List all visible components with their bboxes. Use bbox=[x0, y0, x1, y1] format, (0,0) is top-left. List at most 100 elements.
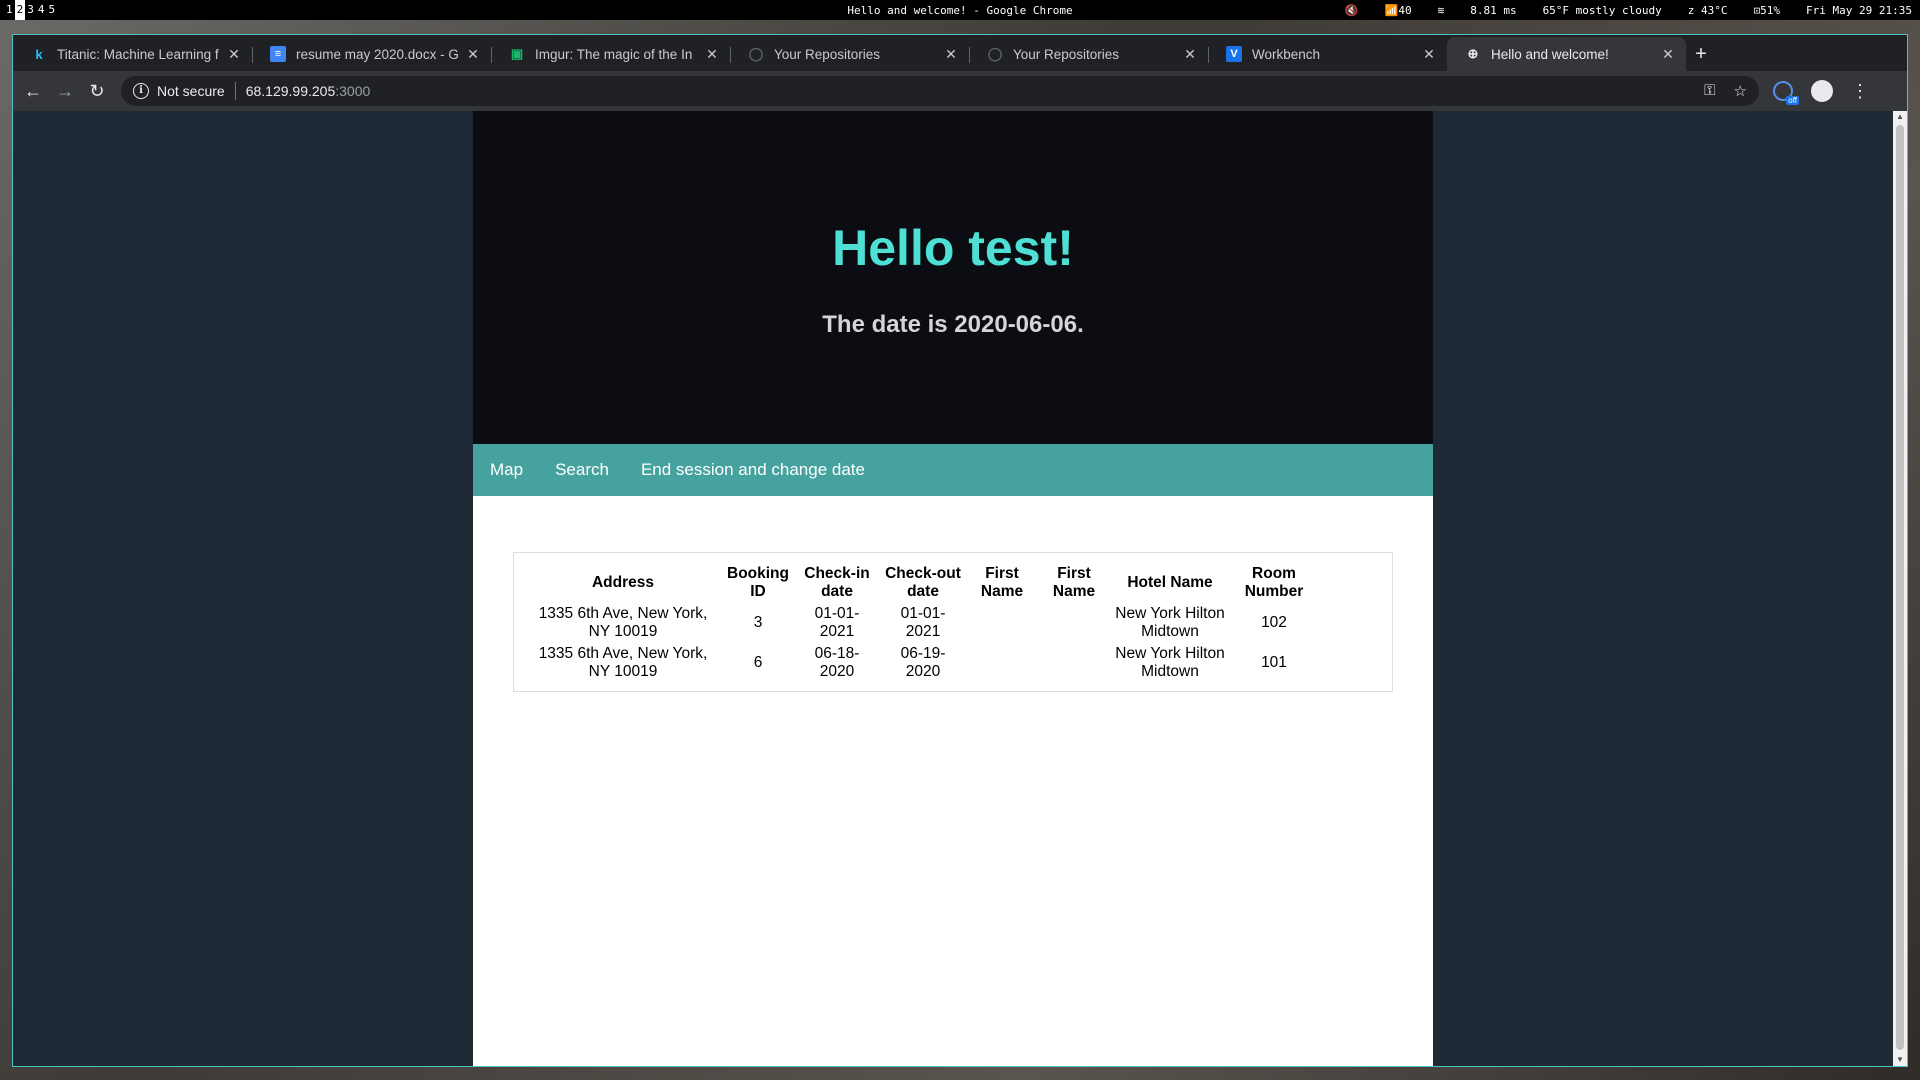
extension-icon[interactable]: off bbox=[1773, 81, 1799, 105]
system-status-bar: 1 2 3 4 5 Hello and welcome! - Google Ch… bbox=[0, 0, 1920, 20]
tab-title: Titanic: Machine Learning f bbox=[57, 46, 219, 62]
address-bar[interactable]: i Not secure 68.129.99.205:3000 ⚿ ☆ bbox=[121, 76, 1759, 106]
tab-resume[interactable]: ≡ resume may 2020.docx - G ✕ bbox=[252, 37, 491, 71]
toolbar-right: off ⋮ bbox=[1773, 80, 1869, 105]
globe-icon: ⊕ bbox=[1467, 46, 1479, 61]
nav-map-link[interactable]: Map bbox=[490, 460, 523, 480]
tab-hello-welcome[interactable]: ⊕ Hello and welcome! ✕ bbox=[1447, 37, 1686, 71]
url-host[interactable]: 68.129.99.205 bbox=[246, 83, 336, 99]
back-arrow-icon[interactable]: ← bbox=[17, 75, 49, 107]
tab-title: Workbench bbox=[1252, 46, 1321, 62]
tab-workbench[interactable]: V Workbench ✕ bbox=[1208, 37, 1447, 71]
workspace-1[interactable]: 1 bbox=[4, 0, 15, 20]
workbench-icon: V bbox=[1226, 46, 1242, 62]
tab-title: Your Repositories bbox=[1013, 46, 1120, 62]
profile-avatar-icon[interactable] bbox=[1811, 80, 1833, 102]
cell-check-out: 01-01-2021 bbox=[900, 605, 946, 640]
scroll-thumb[interactable] bbox=[1896, 125, 1904, 1050]
workspace-2[interactable]: 2 bbox=[14, 0, 26, 20]
battery-status: ⊡51% bbox=[1753, 3, 1781, 17]
cell-address: 1335 6th Ave, New York, NY 10019 bbox=[538, 605, 708, 640]
info-icon[interactable]: i bbox=[133, 83, 149, 99]
cell-booking-id: 3 bbox=[753, 614, 763, 631]
security-label[interactable]: Not secure bbox=[157, 83, 225, 99]
new-tab-button[interactable]: + bbox=[1686, 37, 1716, 71]
tab-repositories-1[interactable]: ◯ Your Repositories ✕ bbox=[730, 37, 969, 71]
scroll-down-arrow-icon[interactable]: ▼ bbox=[1896, 1056, 1904, 1064]
kaggle-icon: k bbox=[35, 46, 43, 62]
page-viewport: Hello test! The date is 2020-06-06. Map … bbox=[13, 111, 1895, 1066]
tab-title: Imgur: The magic of the In bbox=[535, 46, 693, 62]
cpu-temp-status: z 43°C bbox=[1687, 3, 1728, 17]
column-header-check-out: Check-out date bbox=[885, 565, 961, 600]
cell-check-in: 06-18-2020 bbox=[814, 645, 860, 680]
tab-close-icon[interactable]: ✕ bbox=[465, 46, 481, 63]
column-header-check-in: Check-in date bbox=[804, 565, 870, 600]
cell-first-name bbox=[966, 603, 1038, 643]
tab-close-icon[interactable]: ✕ bbox=[704, 46, 720, 63]
tab-close-icon[interactable]: ✕ bbox=[1421, 46, 1437, 63]
extension-badge: off bbox=[1786, 96, 1799, 105]
page-scrollbar[interactable]: ▲ ▼ bbox=[1893, 111, 1907, 1066]
column-header-address: Address bbox=[591, 574, 655, 591]
table-row: 1335 6th Ave, New York, NY 10019 6 06-18… bbox=[524, 643, 1318, 683]
date-line: The date is 2020-06-06. bbox=[822, 311, 1084, 338]
tab-imgur[interactable]: ▣ Imgur: The magic of the In ✕ bbox=[491, 37, 730, 71]
ping-status: 8.81 ms bbox=[1470, 3, 1517, 17]
key-icon[interactable]: ⚿ bbox=[1704, 82, 1715, 100]
tab-titanic[interactable]: k Titanic: Machine Learning f ✕ bbox=[13, 37, 252, 71]
tab-close-icon[interactable]: ✕ bbox=[1660, 46, 1676, 63]
table-header-row: Address Booking ID Check-in date Check-o… bbox=[524, 563, 1318, 603]
divider bbox=[234, 82, 236, 100]
bookings-table-container: Address Booking ID Check-in date Check-o… bbox=[513, 552, 1393, 692]
url-port[interactable]: :3000 bbox=[335, 83, 370, 99]
workspace-5[interactable]: 5 bbox=[47, 0, 58, 20]
clock: Fri May 29 21:35 bbox=[1806, 3, 1912, 17]
browser-window: k Titanic: Machine Learning f ✕ ≡ resume… bbox=[12, 34, 1908, 1067]
browser-toolbar: ← → ↻ i Not secure 68.129.99.205:3000 ⚿ … bbox=[13, 71, 1907, 111]
reload-icon[interactable]: ↻ bbox=[81, 75, 113, 107]
tab-close-icon[interactable]: ✕ bbox=[1182, 46, 1198, 63]
cell-check-out: 06-19-2020 bbox=[900, 645, 946, 680]
wifi-signal-status: 📶40 bbox=[1384, 3, 1412, 17]
column-header-booking-id: Booking ID bbox=[727, 565, 789, 600]
cell-first-name-2 bbox=[1038, 603, 1110, 643]
github-icon: ◯ bbox=[987, 46, 1003, 61]
scroll-up-arrow-icon[interactable]: ▲ bbox=[1896, 113, 1904, 121]
bookings-table: Address Booking ID Check-in date Check-o… bbox=[524, 563, 1318, 683]
tab-title: Your Repositories bbox=[774, 46, 881, 62]
cell-room-number: 102 bbox=[1261, 614, 1287, 631]
nav-end-session-link[interactable]: End session and change date bbox=[641, 460, 865, 480]
weather-status: 65°F mostly cloudy bbox=[1542, 3, 1662, 17]
volume-muted-icon: 🔇 bbox=[1344, 3, 1359, 17]
menu-dots-icon[interactable]: ⋮ bbox=[1851, 81, 1869, 102]
github-icon: ◯ bbox=[748, 46, 764, 61]
network-icon: ≋ bbox=[1437, 3, 1445, 17]
forward-arrow-icon[interactable]: → bbox=[49, 75, 81, 107]
tab-title: Hello and welcome! bbox=[1491, 46, 1609, 62]
tab-title: resume may 2020.docx - G bbox=[296, 46, 459, 62]
cell-room-number: 101 bbox=[1261, 654, 1287, 671]
status-items: 🔇 📶40 ≋ 8.81 ms 65°F mostly cloudy z 43°… bbox=[1345, 0, 1912, 20]
omnibox-actions: ⚿ ☆ bbox=[1704, 82, 1747, 100]
workspace-3[interactable]: 3 bbox=[25, 0, 36, 20]
site-nav: Map Search End session and change date bbox=[473, 444, 1433, 496]
tab-close-icon[interactable]: ✕ bbox=[226, 46, 242, 63]
cell-hotel-name: New York Hilton Midtown bbox=[1115, 605, 1225, 640]
column-header-room-number: Room Number bbox=[1244, 565, 1304, 600]
cell-first-name-2 bbox=[1038, 643, 1110, 683]
cell-check-in: 01-01-2021 bbox=[814, 605, 860, 640]
tab-repositories-2[interactable]: ◯ Your Repositories ✕ bbox=[969, 37, 1208, 71]
cell-address: 1335 6th Ave, New York, NY 10019 bbox=[538, 645, 708, 680]
cell-first-name bbox=[966, 643, 1038, 683]
column-header-first-name: First Name bbox=[980, 565, 1024, 600]
nav-search-link[interactable]: Search bbox=[555, 460, 609, 480]
google-docs-icon: ≡ bbox=[270, 46, 286, 62]
imgur-icon: ▣ bbox=[510, 46, 524, 61]
cell-hotel-name: New York Hilton Midtown bbox=[1115, 645, 1225, 680]
tab-close-icon[interactable]: ✕ bbox=[943, 46, 959, 63]
column-header-hotel-name: Hotel Name bbox=[1127, 574, 1213, 591]
greeting-heading: Hello test! bbox=[832, 220, 1074, 276]
bookmark-star-icon[interactable]: ☆ bbox=[1734, 82, 1747, 100]
workspace-4[interactable]: 4 bbox=[36, 0, 47, 20]
